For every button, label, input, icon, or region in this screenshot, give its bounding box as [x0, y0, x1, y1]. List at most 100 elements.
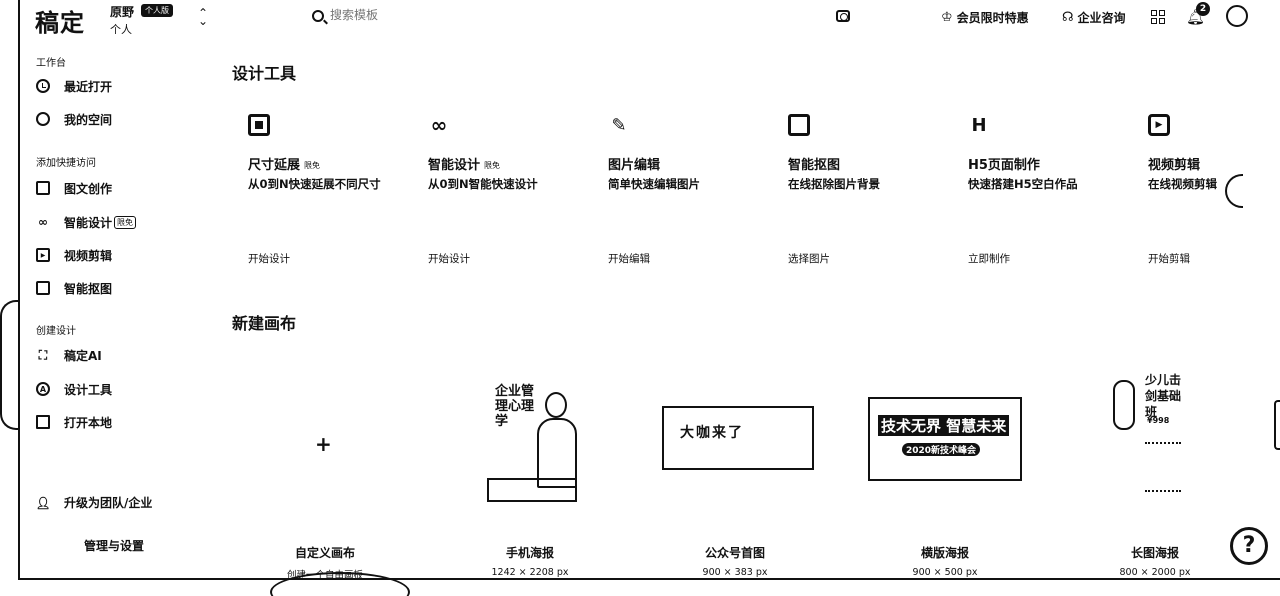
- camera-search-icon[interactable]: [836, 10, 850, 22]
- thumbnail-footer: [487, 478, 577, 502]
- avatar[interactable]: [1226, 5, 1248, 27]
- ai-scan-icon: ⛶: [38, 347, 48, 362]
- thumbnail-text-lines: [1145, 442, 1181, 492]
- cutout-icon: [36, 281, 50, 295]
- sidebar-item-label: 图文创作: [64, 181, 113, 196]
- chevron-updown-icon[interactable]: ⌃ ⌄: [198, 7, 208, 27]
- sidebar-item-label: 视频剪辑: [64, 248, 113, 263]
- enterprise-label: 企业咨询: [1077, 11, 1126, 25]
- app-logo[interactable]: 稿定: [35, 3, 85, 38]
- tool-card-image-edit[interactable]: ✎ 图片编辑 简单快速编辑图片 开始编辑: [590, 114, 770, 266]
- canvas-name: 自定义画布: [294, 546, 355, 560]
- sidebar-item-recent[interactable]: 最近打开: [36, 75, 112, 97]
- sidebar-item-video[interactable]: ▶ 视频剪辑: [36, 244, 112, 266]
- search-input[interactable]: [330, 8, 530, 22]
- wechat-cover-thumbnail[interactable]: 大咖来了: [662, 406, 814, 470]
- resize-icon: [248, 114, 270, 136]
- add-user-icon: 👤︎: [35, 495, 51, 510]
- side-scroll-handle[interactable]: [1274, 400, 1280, 450]
- crown-icon: ♔: [941, 10, 953, 25]
- video-play-icon: ▶: [1148, 114, 1170, 136]
- tool-desc: 简单快速编辑图片: [608, 177, 700, 191]
- clock-icon: [36, 79, 50, 93]
- canvas-size: 800 × 2000 px: [1119, 567, 1191, 578]
- tool-action-link[interactable]: 立即制作: [968, 251, 1010, 266]
- help-button[interactable]: ?: [1230, 527, 1268, 565]
- top-header: 稿定 原野 个人版 个人 ⌃⌄ ♔ 会员限时特惠 ☊ 企业咨询 🔔︎ 2: [20, 0, 1280, 44]
- main-content: 设计工具 尺寸延展 限免 从0到N快速延展不同尺寸 开始设计 ∞ 智能设计 限免 从…: [230, 44, 1260, 581]
- manage-settings-link[interactable]: 管理与设置: [84, 537, 144, 554]
- sidebar-item-article[interactable]: 图文创作: [36, 177, 112, 199]
- free-badge: 限免: [114, 215, 137, 229]
- enterprise-link[interactable]: ☊ 企业咨询: [1062, 9, 1126, 26]
- folder-icon: [36, 415, 50, 429]
- section-title-quick-access: 添加快捷访问: [36, 158, 96, 169]
- free-badge: 限免: [484, 161, 501, 170]
- tool-name: 图片编辑: [608, 158, 661, 173]
- canvas-name: 长图海报: [1130, 546, 1179, 560]
- tool-card-resize[interactable]: 尺寸延展 限免 从0到N快速延展不同尺寸 开始设计: [230, 114, 410, 266]
- section-title-workspace: 工作台: [36, 58, 66, 69]
- apps-grid-icon[interactable]: [1151, 10, 1165, 24]
- tool-name: 尺寸延展 限免: [248, 158, 321, 173]
- sidebar-item-label: 智能抠图: [64, 281, 113, 296]
- tool-card-h5[interactable]: H H5页面制作 快速搭建H5空白作品 立即制作: [950, 114, 1130, 266]
- canvas-card-custom[interactable]: + 自定义画布 创建一个自由画板: [230, 369, 410, 581]
- tool-card-cutout[interactable]: 智能抠图 在线抠除图片背景 选择图片: [770, 114, 950, 266]
- sidebar-item-ai[interactable]: ⛶ 稿定AI: [36, 344, 102, 366]
- h5-icon: H: [971, 114, 987, 136]
- upgrade-team-link[interactable]: 👤︎ 升级为团队/企业: [35, 494, 153, 511]
- person-illustration: [545, 392, 567, 418]
- tool-desc: 快速搭建H5空白作品: [968, 177, 1078, 191]
- thumbnail-title: 企业管理心理学: [495, 384, 535, 429]
- window-edge-bracket: [0, 300, 20, 430]
- image-edit-icon: ✎: [611, 114, 627, 136]
- sidebar-item-label: 我的空间: [64, 112, 113, 127]
- plan-badge: 个人版: [141, 4, 173, 17]
- window-border-bottom: [18, 578, 1280, 580]
- sidebar-item-my-space[interactable]: 我的空间: [36, 108, 112, 130]
- sidebar-item-label: 打开本地: [64, 415, 113, 430]
- document-icon: [36, 181, 50, 195]
- plus-icon: +: [315, 432, 332, 456]
- sidebar-item-cutout[interactable]: 智能抠图: [36, 277, 112, 299]
- sidebar-item-label: 最近打开: [64, 79, 113, 94]
- headset-icon: ☊: [1062, 10, 1074, 25]
- sidebar-item-smart-design[interactable]: ∞ 智能设计 限免: [36, 211, 137, 233]
- thumbnail-title: 技术无界 智慧未来: [878, 415, 1010, 436]
- compass-icon: A: [36, 382, 50, 396]
- fencer-illustration: [1113, 380, 1135, 430]
- free-badge: 限免: [304, 161, 321, 170]
- tool-card-video[interactable]: ▶ 视频剪辑 在线视频剪辑 开始剪辑: [1130, 114, 1280, 266]
- tool-action-link[interactable]: 开始设计: [248, 251, 290, 266]
- tool-desc: 在线抠除图片背景: [788, 177, 880, 191]
- upgrade-label: 升级为团队/企业: [64, 496, 153, 510]
- tool-desc: 从0到N智能快速设计: [428, 177, 538, 191]
- canvas-size: 900 × 500 px: [912, 567, 978, 578]
- notification-badge: 2: [1196, 2, 1210, 16]
- user-icon: [36, 112, 50, 126]
- thumbnail-title: 大咖来了: [680, 425, 744, 441]
- sidebar-item-design-tools[interactable]: A 设计工具: [36, 378, 112, 400]
- tool-name: 智能设计 限免: [428, 158, 501, 173]
- team-type: 个人: [110, 23, 132, 36]
- vip-label: 会员限时特惠: [956, 11, 1029, 25]
- design-tools-heading: 设计工具: [232, 64, 297, 83]
- vip-promo-link[interactable]: ♔ 会员限时特惠: [941, 9, 1029, 26]
- tool-name: 智能抠图: [788, 158, 841, 173]
- tool-action-link[interactable]: 开始设计: [428, 251, 470, 266]
- tool-action-link[interactable]: 开始编辑: [608, 251, 650, 266]
- landscape-poster-thumbnail[interactable]: 技术无界 智慧未来 2020新技术峰会: [868, 397, 1022, 481]
- tool-action-link[interactable]: 选择图片: [788, 251, 830, 266]
- long-poster-thumbnail[interactable]: 少儿击剑基础班 ¥998: [1105, 372, 1195, 504]
- tool-card-smart-design[interactable]: ∞ 智能设计 限免 从0到N智能快速设计 开始设计: [410, 113, 590, 266]
- search-icon[interactable]: [312, 10, 324, 22]
- thumbnail-title: 少儿击剑基础班: [1145, 373, 1182, 419]
- tool-action-link[interactable]: 开始剪辑: [1148, 251, 1190, 266]
- phone-poster-thumbnail[interactable]: 企业管理心理学: [485, 374, 579, 504]
- sidebar-item-open-local[interactable]: 打开本地: [36, 411, 112, 433]
- canvas-size: 900 × 383 px: [702, 567, 768, 578]
- team-name[interactable]: 原野: [110, 3, 134, 20]
- canvas-size: 1242 × 2208 px: [491, 567, 569, 578]
- play-icon: ▶: [36, 248, 50, 262]
